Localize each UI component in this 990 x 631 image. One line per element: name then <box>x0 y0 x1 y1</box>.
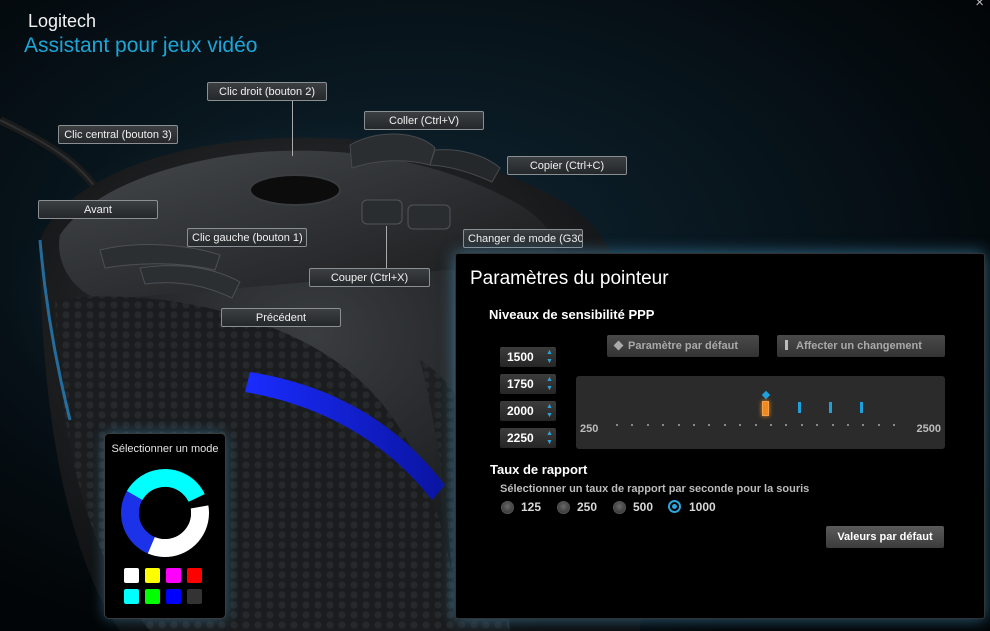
slider-tick <box>831 424 834 426</box>
dpi-level-4[interactable]: 2250 ▲ ▼ <box>500 428 556 448</box>
range-max-label: 2500 <box>916 423 941 435</box>
slider-tick <box>800 424 803 426</box>
callout-back[interactable]: Précédent <box>221 308 341 327</box>
leader-line <box>292 101 293 156</box>
color-swatch[interactable] <box>124 568 139 583</box>
color-swatch[interactable] <box>145 568 160 583</box>
dpi-marker[interactable] <box>829 402 832 413</box>
slider-tick <box>739 424 742 426</box>
slider-tick <box>616 424 618 426</box>
dpi-level-1[interactable]: 1500 ▲ ▼ <box>500 347 556 367</box>
report-rate-125-radio[interactable] <box>501 501 514 514</box>
slider-tick <box>662 424 665 426</box>
dpi-marker-active[interactable] <box>762 401 769 416</box>
report-rate-label: 125 <box>521 500 542 514</box>
slider-tick <box>877 424 880 426</box>
callout-mode-switch[interactable]: Changer de mode (G300) <box>463 229 583 248</box>
spinner-icon[interactable]: ▲ ▼ <box>545 375 554 393</box>
slider-tick <box>785 424 788 426</box>
slider-tick <box>847 424 849 426</box>
dpi-marker[interactable] <box>798 402 801 413</box>
default-param-button[interactable]: Paramètre par défaut <box>607 335 759 357</box>
spinner-icon[interactable]: ▲ ▼ <box>545 348 554 366</box>
dpi-level-2[interactable]: 1750 ▲ ▼ <box>500 374 556 394</box>
slider-tick <box>723 424 726 426</box>
pointer-settings-panel: Paramètres du pointeur Niveaux de sensib… <box>455 253 985 619</box>
default-diamond-icon <box>761 390 771 400</box>
slider-tick <box>893 424 896 426</box>
report-rate-title: Taux de rapport <box>490 462 588 477</box>
mode-selector-panel: Sélectionner un mode <box>104 433 226 619</box>
color-swatch[interactable] <box>166 568 181 583</box>
app-window: Logitech Assistant pour jeux vidéo × Cli… <box>0 0 990 631</box>
callout-copy[interactable]: Copier (Ctrl+C) <box>507 156 627 175</box>
mode-selector-title: Sélectionner un mode <box>111 443 219 455</box>
bar-icon <box>785 340 788 351</box>
panel-title: Paramètres du pointeur <box>470 268 669 289</box>
callout-paste[interactable]: Coller (Ctrl+V) <box>364 111 484 130</box>
spinner-icon[interactable]: ▲ ▼ <box>545 429 554 447</box>
leader-line <box>386 226 387 268</box>
slider-tick <box>816 424 819 426</box>
report-rate-label: 250 <box>577 500 598 514</box>
report-rate-label: 1000 <box>689 500 716 514</box>
report-rate-250-radio[interactable] <box>557 501 570 514</box>
slider-tick <box>693 424 695 426</box>
report-rate-1000-radio[interactable] <box>668 500 681 513</box>
slider-tick <box>646 424 649 426</box>
diamond-icon <box>613 340 624 351</box>
slider-tick <box>770 424 772 426</box>
default-values-button[interactable]: Valeurs par défaut <box>826 526 944 548</box>
slider-tick <box>677 424 680 426</box>
slider-tick <box>631 424 634 426</box>
color-swatch[interactable] <box>145 589 160 604</box>
assign-change-button[interactable]: Affecter un changement <box>777 335 945 357</box>
dpi-section-title: Niveaux de sensibilité PPP <box>489 307 655 322</box>
callout-middle-click[interactable]: Clic central (bouton 3) <box>58 125 178 144</box>
range-min-label: 250 <box>580 423 599 435</box>
spinner-icon[interactable]: ▲ ▼ <box>545 402 554 420</box>
dpi-level-3[interactable]: 2000 ▲ ▼ <box>500 401 556 421</box>
slider-tick <box>754 424 757 426</box>
dpi-marker[interactable] <box>860 402 863 413</box>
color-wheel[interactable] <box>120 468 210 558</box>
color-swatch[interactable] <box>187 568 202 583</box>
report-rate-500-radio[interactable] <box>613 501 626 514</box>
color-swatch[interactable] <box>187 589 202 604</box>
dpi-slider[interactable]: 250 2500 <box>576 376 945 449</box>
callout-left-click[interactable]: Clic gauche (bouton 1) <box>187 228 307 247</box>
report-rate-subtitle: Sélectionner un taux de rapport par seco… <box>500 483 810 495</box>
slider-tick <box>708 424 711 426</box>
slider-tick <box>862 424 865 426</box>
color-swatch[interactable] <box>166 589 181 604</box>
callout-cut[interactable]: Couper (Ctrl+X) <box>309 268 430 287</box>
color-swatch[interactable] <box>124 589 139 604</box>
callout-forward[interactable]: Avant <box>38 200 158 219</box>
callout-right-click[interactable]: Clic droit (bouton 2) <box>207 82 327 101</box>
report-rate-label: 500 <box>633 500 654 514</box>
